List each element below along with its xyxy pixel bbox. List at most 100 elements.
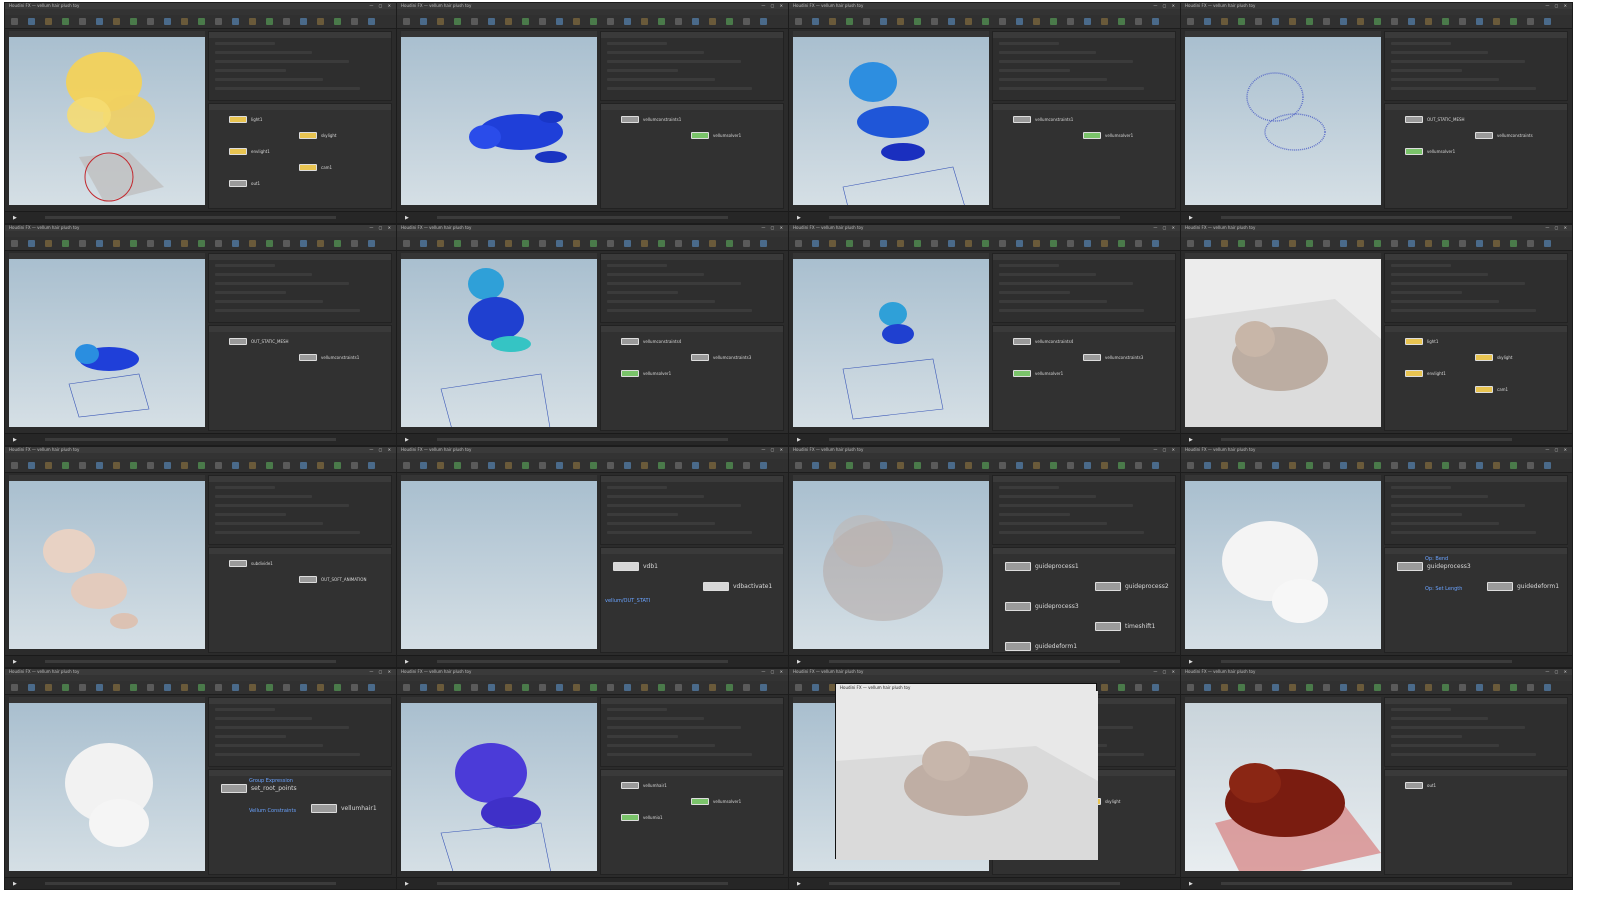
node-tile[interactable] (1083, 354, 1101, 361)
shelf-tool-icon[interactable] (181, 462, 188, 469)
shelf-tool-icon[interactable] (198, 462, 205, 469)
node-tile[interactable] (299, 354, 317, 361)
shelf-tool-icon[interactable] (28, 462, 35, 469)
panel-tabs[interactable] (1385, 476, 1567, 482)
shelf-tool-icon[interactable] (113, 240, 120, 247)
parameter-row[interactable] (215, 291, 286, 294)
node-tile[interactable] (299, 132, 317, 139)
node-tile[interactable] (621, 814, 639, 821)
scene-viewport[interactable] (401, 481, 597, 649)
shelf-tool-icon[interactable] (948, 462, 955, 469)
shelf-tool-icon[interactable] (863, 462, 870, 469)
shelf-tool-icon[interactable] (522, 18, 529, 25)
parameter-row[interactable] (1391, 51, 1488, 54)
scene-viewport[interactable] (401, 37, 597, 205)
shelf-tool-icon[interactable] (454, 684, 461, 691)
shelf-tool-icon[interactable] (130, 462, 137, 469)
panel-tabs[interactable] (993, 32, 1175, 38)
shelf-tool-icon[interactable] (897, 240, 904, 247)
shelf-tool-icon[interactable] (1323, 684, 1330, 691)
parameter-row[interactable] (607, 51, 704, 54)
shelf-tool-icon[interactable] (709, 240, 716, 247)
shelf-tool-icon[interactable] (812, 684, 819, 691)
shelf-tool-icon[interactable] (488, 684, 495, 691)
parameter-row[interactable] (999, 273, 1096, 276)
shelf-tool-icon[interactable] (743, 684, 750, 691)
parameter-row[interactable] (1391, 69, 1462, 72)
shelf-tool-icon[interactable] (1050, 18, 1057, 25)
parameter-row[interactable] (607, 504, 741, 507)
shelf-tool-icon[interactable] (1016, 18, 1023, 25)
shelf-tool-icon[interactable] (1544, 684, 1551, 691)
network-editor[interactable]: vellumconstraints1 vellumsolver1 (992, 103, 1176, 209)
parameter-row[interactable] (215, 42, 275, 45)
scene-viewport[interactable] (793, 259, 989, 427)
node-tile[interactable] (1005, 642, 1031, 651)
shelf-tool-icon[interactable] (266, 684, 273, 691)
shelf-tool-icon[interactable] (96, 240, 103, 247)
shelf-tool-icon[interactable] (1391, 462, 1398, 469)
window-controls[interactable]: — ▢ ✕ (1153, 670, 1177, 674)
node-tile[interactable] (691, 354, 709, 361)
shelf-tool-icon[interactable] (726, 240, 733, 247)
shelf-tool-icon[interactable] (351, 684, 358, 691)
node-tile[interactable] (1013, 116, 1031, 123)
node-tile[interactable] (1405, 370, 1423, 377)
parameter-row[interactable] (1391, 744, 1499, 747)
shelf-tool-icon[interactable] (692, 684, 699, 691)
parameter-panel[interactable] (208, 253, 392, 323)
shelf-tool-icon[interactable] (437, 684, 444, 691)
shelf-tool-icon[interactable] (488, 240, 495, 247)
shelf-tool-icon[interactable] (880, 240, 887, 247)
node-tile[interactable] (229, 116, 247, 123)
shelf-tool-icon[interactable] (1544, 240, 1551, 247)
shelf-tool-icon[interactable] (1323, 18, 1330, 25)
parameter-row[interactable] (999, 69, 1070, 72)
network-tabs[interactable] (209, 770, 391, 776)
parameter-row[interactable] (999, 291, 1070, 294)
shelf-tool-icon[interactable] (1238, 240, 1245, 247)
window-controls[interactable]: — ▢ ✕ (1153, 4, 1177, 8)
shelf-tool-icon[interactable] (283, 18, 290, 25)
shelf-tool-icon[interactable] (1442, 684, 1449, 691)
parameter-row[interactable] (607, 87, 752, 90)
parameter-row[interactable] (215, 309, 360, 312)
parameter-row[interactable] (215, 273, 312, 276)
shelf-tool-icon[interactable] (965, 18, 972, 25)
node-tile[interactable] (621, 782, 639, 789)
parameter-row[interactable] (1391, 60, 1525, 63)
parameter-row[interactable] (1391, 513, 1462, 516)
shelf-tool-icon[interactable] (1510, 240, 1517, 247)
shelf-tool-icon[interactable] (812, 240, 819, 247)
shelf-tool-icon[interactable] (1084, 462, 1091, 469)
network-editor[interactable]: vellumconstraints4 vellumconstraints3 vell… (992, 325, 1176, 431)
shelf-tool-icon[interactable] (1204, 18, 1211, 25)
parameter-row[interactable] (215, 78, 323, 81)
shelf-tool-icon[interactable] (11, 462, 18, 469)
shelf-tool-icon[interactable] (130, 684, 137, 691)
parameter-panel[interactable] (600, 31, 784, 101)
shelf-tool-icon[interactable] (795, 462, 802, 469)
shelf-tool-icon[interactable] (113, 684, 120, 691)
network-tabs[interactable] (209, 548, 391, 554)
timeline-slider[interactable] (829, 438, 1120, 441)
scene-viewport[interactable] (1185, 703, 1381, 871)
parameter-row[interactable] (215, 522, 323, 525)
shelf-tool-icon[interactable] (266, 18, 273, 25)
node-tile[interactable] (229, 148, 247, 155)
parameter-row[interactable] (1391, 726, 1525, 729)
shelf-tool-icon[interactable] (334, 684, 341, 691)
network-tabs[interactable] (1385, 770, 1567, 776)
parameter-row[interactable] (607, 486, 667, 489)
shelf-tool-icon[interactable] (1510, 684, 1517, 691)
shelf-tool-icon[interactable] (28, 684, 35, 691)
window-controls[interactable]: — ▢ ✕ (1153, 448, 1177, 452)
parameter-panel[interactable] (992, 253, 1176, 323)
parameter-row[interactable] (607, 513, 678, 516)
shelf-tool-icon[interactable] (1187, 462, 1194, 469)
shelf-tool-icon[interactable] (215, 684, 222, 691)
shelf-tool-icon[interactable] (1459, 684, 1466, 691)
shelf-tool-icon[interactable] (130, 18, 137, 25)
parameter-row[interactable] (215, 264, 275, 267)
shelf-tool-icon[interactable] (1204, 240, 1211, 247)
